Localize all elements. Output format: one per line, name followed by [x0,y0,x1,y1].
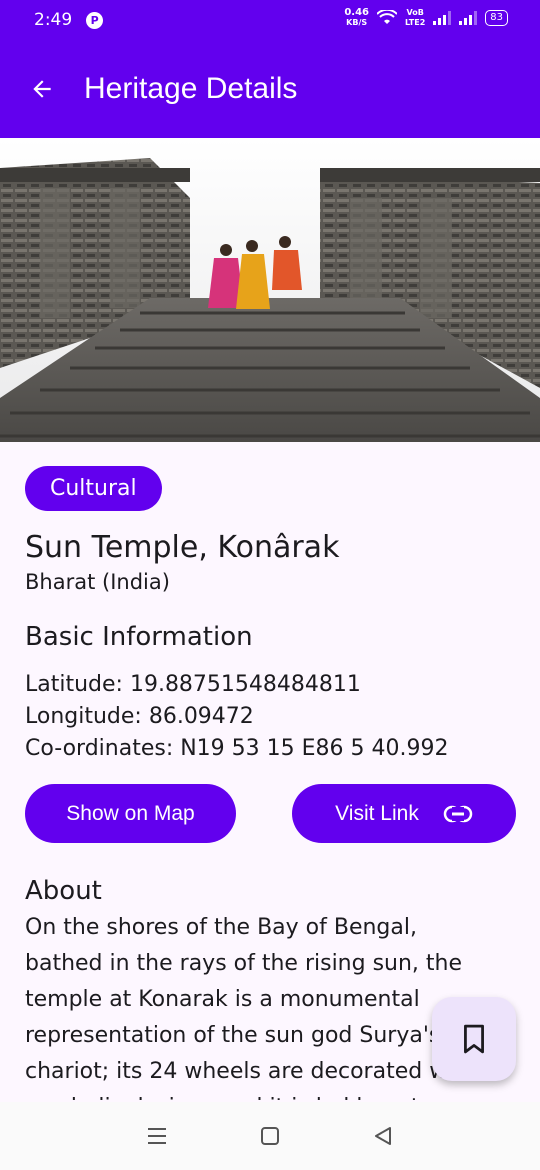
app-bar: Heritage Details [0,40,540,138]
heritage-country: Bharat (India) [25,570,170,594]
back-button[interactable] [0,40,84,138]
link-icon [443,805,473,822]
system-nav-bar [0,1102,540,1170]
temple-photo [0,138,540,442]
about-text: On the shores of the Bay of Bengal, bath… [25,915,476,1100]
arrow-back-icon [33,80,51,98]
net-speed-value: 0.46 [344,7,369,18]
bookmark-icon [464,1024,484,1054]
signal-2-icon [459,11,478,25]
volte-bottom: LTE2 [405,18,426,27]
notification-icon: P [86,11,104,29]
coordinates-text: Co-ordinates: N19 53 15 E86 5 40.992 [25,736,449,761]
page-title: Heritage Details [84,72,298,105]
visit-link-button[interactable]: Visit Link [292,784,516,843]
heritage-name: Sun Temple, Konârak [25,530,340,565]
about-heading: About [25,876,102,906]
heritage-image [0,138,540,442]
longitude-text: Longitude: 86.09472 [25,704,254,729]
wifi-icon [377,10,397,24]
status-icons: 0.46 KB/S VoB LTE2 83 [344,8,508,28]
visit-link-label: Visit Link [335,801,419,825]
show-on-map-button[interactable]: Show on Map [25,784,236,843]
volte-indicator: VoB LTE2 [405,8,425,28]
show-on-map-label: Show on Map [66,801,195,825]
bookmark-button[interactable] [432,997,516,1081]
home-icon[interactable] [260,1126,280,1146]
back-triangle-icon[interactable] [373,1126,393,1146]
signal-1-icon [433,11,452,25]
category-chip[interactable]: Cultural [25,466,162,511]
recents-icon[interactable] [147,1127,167,1145]
status-bar: 2:49 P 0.46 KB/S VoB LTE2 83 [0,0,540,40]
status-time: 2:49 [34,10,73,30]
net-speed: 0.46 KB/S [344,8,369,28]
details-content: Cultural Sun Temple, Konârak Bharat (Ind… [25,466,520,1100]
latitude-text: Latitude: 19.88751548484811 [25,672,361,697]
net-speed-unit: KB/S [346,18,368,27]
basic-info-heading: Basic Information [25,622,253,652]
volte-top: VoB [406,8,424,17]
battery-icon: 83 [485,10,508,26]
